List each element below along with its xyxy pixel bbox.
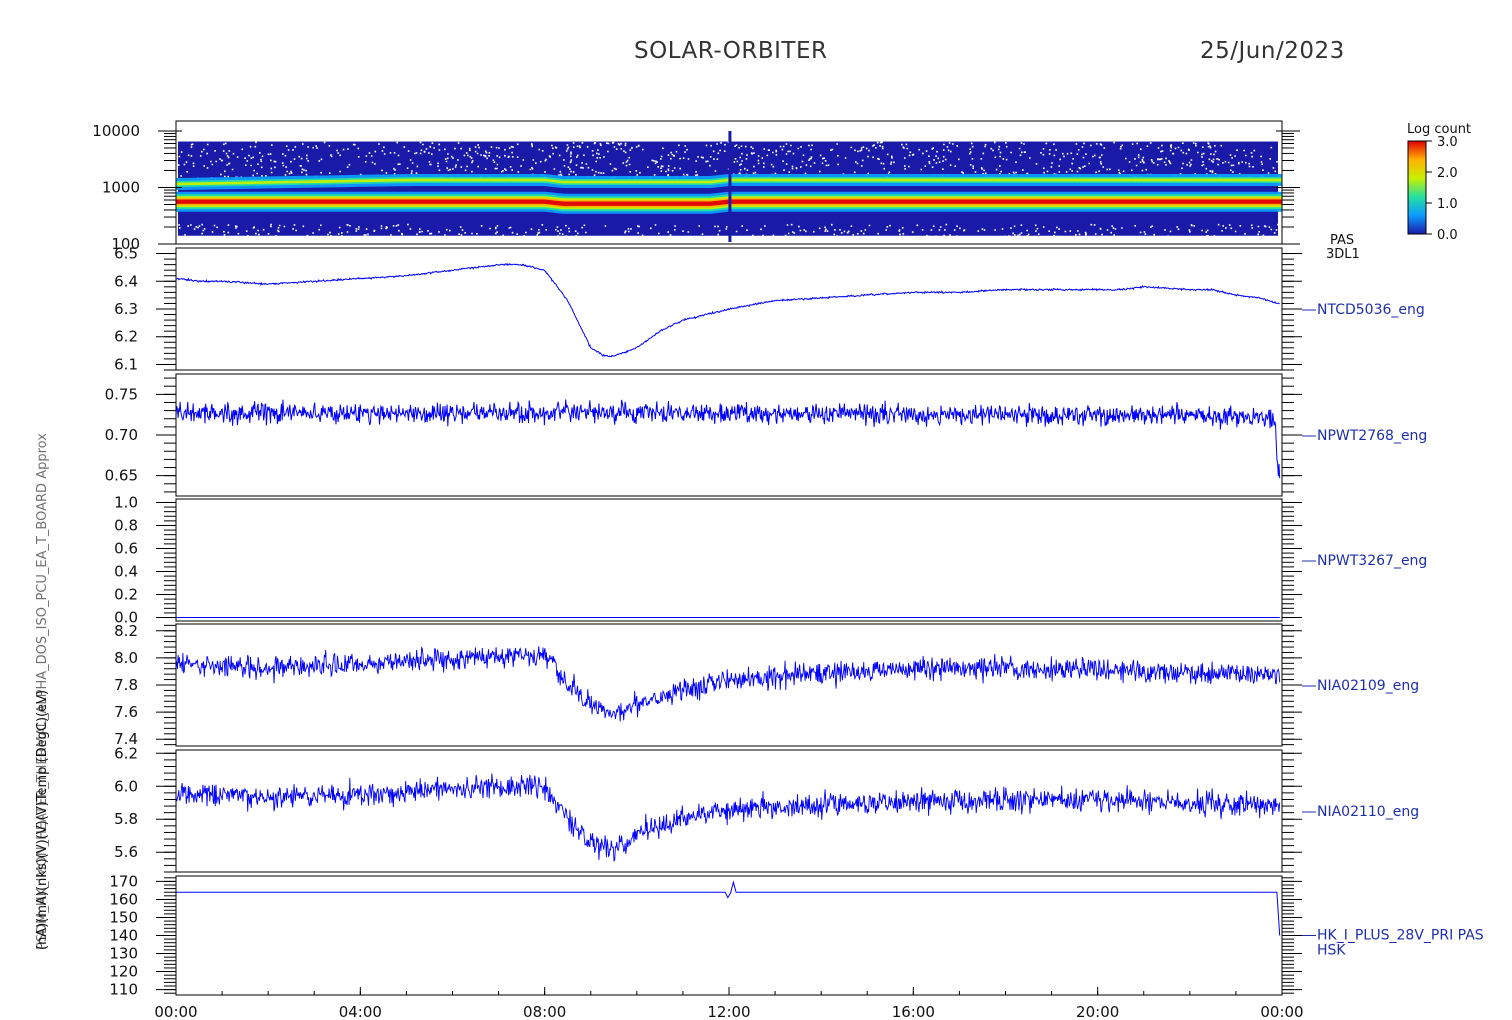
panel-frame-4: [175, 498, 1283, 622]
time-axis: 00:00 04:00 08:00 12:00 16:00 20:00 00:00: [154, 987, 1304, 1020]
left-axis-title: (nA)(mA)(nks)(V)(V)(V)Temp (DegC)(eV) PS…: [35, 433, 50, 950]
channel-label: NPWT3267_eng: [1317, 553, 1427, 569]
series-NIA02109_eng: [175, 646, 1281, 722]
ytick-label: 0.70: [105, 426, 138, 444]
xtick-label: 00:00: [154, 1003, 197, 1020]
ytick-label: 130: [109, 945, 138, 963]
colorbar-gradient: [1407, 140, 1427, 235]
ytick-label: 6.0: [114, 777, 138, 795]
ytick-label: 7.8: [114, 676, 138, 694]
heat-ytick-label: 1000: [102, 178, 140, 196]
ytick-label: 7.6: [114, 703, 138, 721]
stacked-timeseries-plot: 100100010000PAS3DL16.16.26.36.46.5NTCD50…: [35, 120, 1484, 1020]
panel-HK_I_PLUS_28V_PRI PAS HSK: [176, 880, 1281, 936]
spectrogram-background: [178, 141, 1278, 236]
channel-label: NIA02110_eng: [1317, 804, 1419, 820]
panel-NIA02110_eng: [175, 773, 1281, 862]
channel-label: HK_I_PLUS_28V_PRI PAS: [1317, 928, 1484, 944]
channel-label: HSK: [1317, 943, 1346, 959]
xtick-label: 04:00: [339, 1003, 382, 1020]
ytick-label: 110: [109, 981, 138, 999]
series-NIA02110_eng: [175, 773, 1281, 862]
panel-frame-7: [175, 875, 1283, 996]
ytick-label: 6.4: [114, 272, 138, 290]
panel-NPWT2768_eng: [175, 399, 1281, 479]
series-NTCD5036_eng: [175, 262, 1280, 358]
colorbar: Log count0.01.02.03.0: [1407, 122, 1471, 243]
heat-panel-label: PAS: [1330, 233, 1354, 248]
series-HK_I_PLUS_28V_PRI PAS HSK: [176, 880, 1281, 936]
ytick-label: 150: [109, 908, 138, 926]
colorbar-tick-label: 0.0: [1437, 228, 1458, 243]
ytick-label: 6.2: [114, 328, 138, 346]
colorbar-tick-label: 3.0: [1437, 135, 1458, 150]
ytick-label: 0.4: [114, 563, 138, 581]
spectrogram-panel: [175, 131, 1282, 242]
xtick-label: 16:00: [892, 1003, 935, 1020]
ytick-label: 6.1: [114, 355, 138, 373]
panel-frame-3: [175, 373, 1283, 497]
panel-NIA02109_eng: [175, 646, 1281, 722]
ytick-label: 0.6: [114, 539, 138, 557]
ytick-label: 0.8: [114, 516, 138, 534]
ytick-label: 0.65: [105, 467, 138, 485]
channel-label: NPWT2768_eng: [1317, 428, 1427, 444]
series-NPWT2768_eng: [175, 399, 1281, 479]
channel-label: NTCD5036_eng: [1317, 302, 1425, 318]
heat-panel-label-2: 3DL1: [1326, 247, 1360, 262]
panel-NTCD5036_eng: [175, 262, 1280, 358]
ytick-label: 0.75: [105, 385, 138, 403]
ytick-label: 6.2: [114, 744, 138, 762]
ytick-label: 8.0: [114, 649, 138, 667]
ytick-label: 140: [109, 927, 138, 945]
ytick-label: 170: [109, 872, 138, 890]
ytick-label: 120: [109, 963, 138, 981]
colorbar-tick-label: 2.0: [1437, 166, 1458, 181]
colorbar-tick-label: 1.0: [1437, 197, 1458, 212]
ytick-label: 5.6: [114, 843, 138, 861]
left-axis-title-overlap: PSDM_HK_IMON_HEATER_THERMAL_ALPHA_DOS_IS…: [35, 433, 50, 950]
line-panels: [175, 262, 1281, 936]
ytick-label: 6.5: [114, 245, 138, 263]
ytick-label: 0.2: [114, 586, 138, 604]
ytick-label: 160: [109, 890, 138, 908]
ytick-label: 6.3: [114, 300, 138, 318]
ytick-label: 5.8: [114, 810, 138, 828]
heat-ytick-label: 10000: [92, 122, 140, 140]
channel-label: NIA02109_eng: [1317, 678, 1419, 694]
xtick-label: 12:00: [707, 1003, 750, 1020]
ytick-label: 1.0: [114, 493, 138, 511]
xtick-label: 08:00: [523, 1003, 566, 1020]
ytick-label: 8.2: [114, 622, 138, 640]
xtick-label: 00:00: [1260, 1003, 1303, 1020]
panel-frames: 100100010000PAS3DL16.16.26.36.46.5NTCD50…: [92, 120, 1484, 999]
xtick-label: 20:00: [1076, 1003, 1119, 1020]
